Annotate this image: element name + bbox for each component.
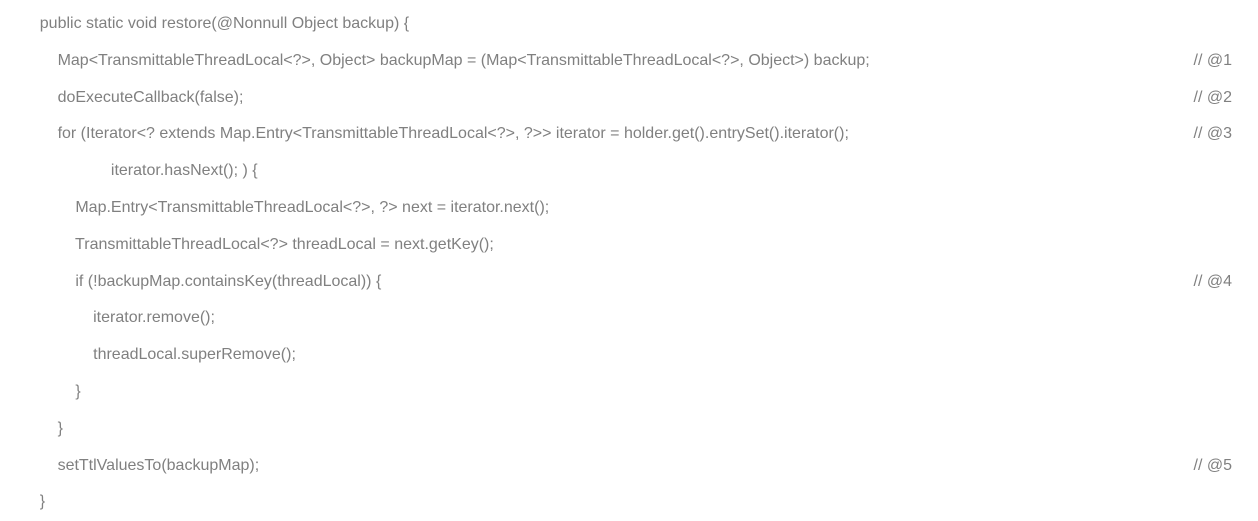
code-text: public static void restore(@Nonnull Obje… (22, 6, 409, 43)
code-text: iterator.hasNext(); ) { (22, 153, 258, 190)
code-text: TransmittableThreadLocal<?> threadLocal … (22, 227, 494, 264)
code-line: for (Iterator<? extends Map.Entry<Transm… (22, 116, 1236, 153)
code-comment: // @5 (1194, 448, 1236, 485)
code-text: for (Iterator<? extends Map.Entry<Transm… (22, 116, 849, 153)
code-text: doExecuteCallback(false); (22, 80, 243, 117)
code-text: } (22, 411, 63, 448)
code-text: } (22, 374, 81, 411)
code-line: setTtlValuesTo(backupMap); // @5 (22, 448, 1236, 485)
code-line: } (22, 411, 1236, 448)
code-line: TransmittableThreadLocal<?> threadLocal … (22, 227, 1236, 264)
code-line: Map<TransmittableThreadLocal<?>, Object>… (22, 43, 1236, 80)
code-text: threadLocal.superRemove(); (22, 337, 296, 374)
code-line: if (!backupMap.containsKey(threadLocal))… (22, 264, 1236, 301)
code-comment: // @1 (1194, 43, 1236, 80)
code-text: Map<TransmittableThreadLocal<?>, Object>… (22, 43, 870, 80)
code-comment: // @4 (1194, 264, 1236, 301)
code-text: iterator.remove(); (22, 300, 215, 337)
code-line: public static void restore(@Nonnull Obje… (22, 6, 1236, 43)
code-line: threadLocal.superRemove(); (22, 337, 1236, 374)
code-text: Map.Entry<TransmittableThreadLocal<?>, ?… (22, 190, 549, 227)
code-line: } (22, 374, 1236, 411)
code-comment: // @3 (1194, 116, 1236, 153)
code-line: iterator.hasNext(); ) { (22, 153, 1236, 190)
code-block: public static void restore(@Nonnull Obje… (22, 6, 1236, 521)
code-line: doExecuteCallback(false); // @2 (22, 80, 1236, 117)
code-text: if (!backupMap.containsKey(threadLocal))… (22, 264, 381, 301)
code-line: Map.Entry<TransmittableThreadLocal<?>, ?… (22, 190, 1236, 227)
code-text: setTtlValuesTo(backupMap); (22, 448, 259, 485)
code-comment: // @2 (1194, 80, 1236, 117)
code-line: iterator.remove(); (22, 300, 1236, 337)
